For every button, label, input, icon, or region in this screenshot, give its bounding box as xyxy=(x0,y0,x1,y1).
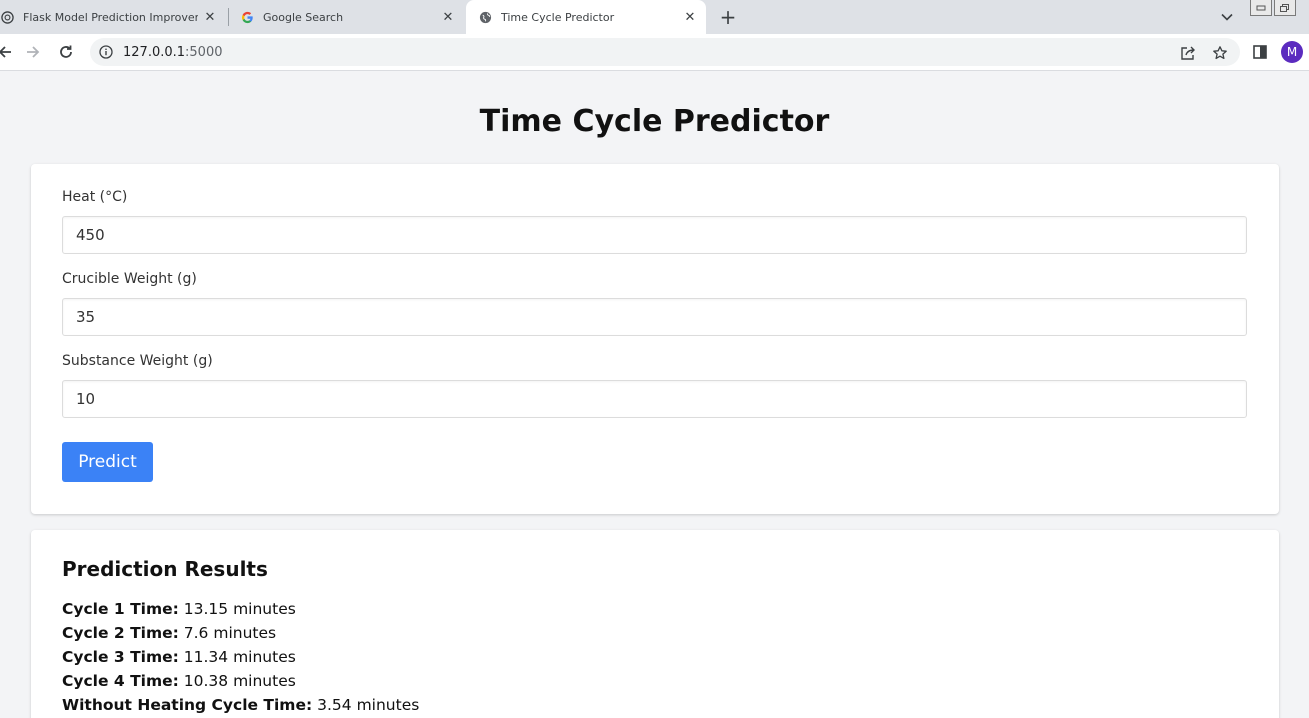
result-without-heating: Without Heating Cycle Time: 3.54 minutes xyxy=(62,696,419,714)
browser-tab-strip: Flask Model Prediction Improvements ✕ Go… xyxy=(0,0,1309,34)
result-label: Cycle 3 Time: xyxy=(62,648,179,666)
result-value: 13.15 minutes xyxy=(183,600,296,618)
result-label: Cycle 4 Time: xyxy=(62,672,179,690)
back-arrow-icon[interactable] xyxy=(0,41,16,63)
address-url: 127.0.0.1:5000 xyxy=(123,45,223,60)
predictor-form: Heat (°C) Crucible Weight (g) Substance … xyxy=(31,164,1279,514)
avatar-initial: M xyxy=(1286,45,1298,59)
globe-icon xyxy=(478,10,492,24)
result-value: 10.38 minutes xyxy=(183,672,296,690)
page-title: Time Cycle Predictor xyxy=(479,104,830,139)
results-title: Prediction Results xyxy=(62,557,268,581)
reload-icon[interactable] xyxy=(55,41,77,63)
tab-title: Flask Model Prediction Improvements xyxy=(23,10,198,24)
restore-window-icon[interactable] xyxy=(1274,0,1296,16)
substance-weight-label: Substance Weight (g) xyxy=(62,353,213,369)
close-icon[interactable]: ✕ xyxy=(202,9,218,25)
heat-label: Heat (°C) xyxy=(62,189,128,205)
result-label: Without Heating Cycle Time: xyxy=(62,696,313,714)
minimize-window-icon[interactable] xyxy=(1250,0,1272,16)
heat-input[interactable] xyxy=(62,216,1247,254)
result-value: 3.54 minutes xyxy=(317,696,420,714)
address-bar[interactable]: 127.0.0.1:5000 xyxy=(90,38,1240,66)
tab-google-search[interactable]: Google Search ✕ xyxy=(232,0,464,34)
close-icon[interactable]: ✕ xyxy=(682,9,698,25)
tab-flask-model[interactable]: Flask Model Prediction Improvements ✕ xyxy=(0,0,226,34)
google-icon xyxy=(240,10,254,24)
result-value: 7.6 minutes xyxy=(183,624,277,642)
tab-title: Google Search xyxy=(263,10,344,24)
share-icon[interactable] xyxy=(1179,44,1197,62)
url-port: :5000 xyxy=(185,44,223,60)
info-icon[interactable] xyxy=(98,44,114,60)
crucible-weight-input[interactable] xyxy=(62,298,1247,336)
side-panel-icon[interactable] xyxy=(1250,42,1270,62)
crucible-weight-label: Crucible Weight (g) xyxy=(62,271,197,287)
result-value: 11.34 minutes xyxy=(183,648,296,666)
new-tab-icon[interactable]: + xyxy=(717,5,739,29)
chatgpt-icon xyxy=(0,10,14,24)
tab-separator xyxy=(228,8,229,26)
prediction-results: Prediction Results Cycle 1 Time: 13.15 m… xyxy=(31,530,1279,718)
predict-button[interactable]: Predict xyxy=(62,442,153,482)
substance-weight-input[interactable] xyxy=(62,380,1247,418)
tab-title: Time Cycle Predictor xyxy=(501,10,615,24)
result-label: Cycle 1 Time: xyxy=(62,600,179,618)
star-icon[interactable] xyxy=(1211,44,1229,62)
chevron-down-icon[interactable] xyxy=(1217,8,1237,26)
profile-avatar[interactable]: M xyxy=(1281,41,1303,63)
url-host: 127.0.0.1 xyxy=(123,44,186,60)
browser-toolbar: 127.0.0.1:5000 M xyxy=(0,34,1309,71)
forward-arrow-icon[interactable] xyxy=(22,41,44,63)
tab-time-cycle-predictor[interactable]: Time Cycle Predictor ✕ xyxy=(466,0,706,34)
result-cycle-4: Cycle 4 Time: 10.38 minutes xyxy=(62,672,296,690)
result-cycle-3: Cycle 3 Time: 11.34 minutes xyxy=(62,648,296,666)
close-icon[interactable]: ✕ xyxy=(440,9,456,25)
result-cycle-2: Cycle 2 Time: 7.6 minutes xyxy=(62,624,276,642)
result-label: Cycle 2 Time: xyxy=(62,624,179,642)
result-cycle-1: Cycle 1 Time: 13.15 minutes xyxy=(62,600,296,618)
